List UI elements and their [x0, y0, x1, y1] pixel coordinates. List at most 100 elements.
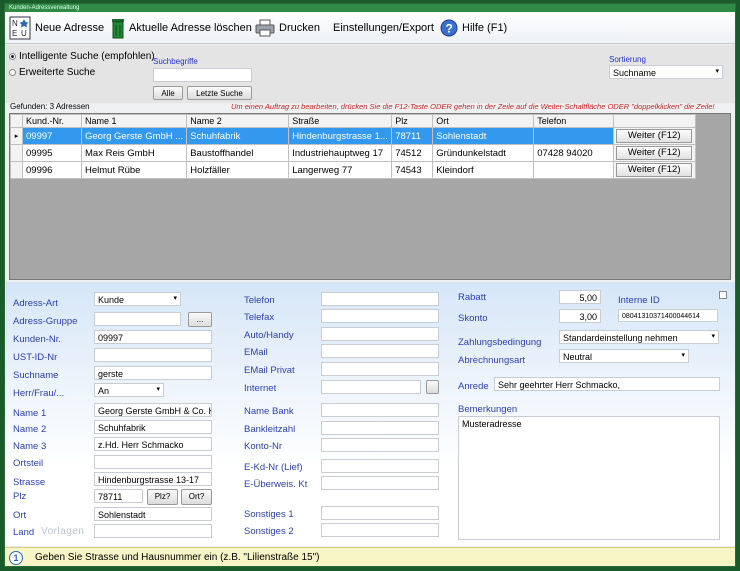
interne-id-label: Interne ID [618, 295, 660, 306]
new-address-button[interactable]: N E U Neue Adresse [9, 16, 104, 40]
all-button[interactable]: Alle [153, 86, 183, 100]
weiter-button[interactable]: Weiter (F12) [616, 146, 693, 160]
plz-input[interactable]: 78711 [94, 489, 143, 503]
help-button[interactable]: ? Hilfe (F1) [440, 16, 507, 40]
email-label: EMail [244, 347, 268, 358]
konto-input[interactable] [321, 438, 439, 452]
smart-search-radio[interactable]: Intelligente Suche (empfohlen) [9, 51, 155, 62]
bemerkungen-textarea[interactable]: Musteradresse [458, 416, 720, 540]
adress-gruppe-browse-button[interactable]: ... [188, 312, 212, 327]
herr-frau-select[interactable]: An ▾ [94, 383, 164, 397]
printer-icon [255, 19, 275, 37]
col-header-strasse[interactable]: Straße [288, 114, 393, 128]
interne-id-value: 08041310371400044614 [618, 309, 718, 322]
cell-ort: Gründunkelstadt [432, 144, 535, 162]
plz-lookup-button[interactable]: Plz? [147, 489, 178, 505]
cell-ort: Sohlenstadt [432, 127, 535, 145]
strasse-input[interactable]: Hindenburgstrasse 13-17 [94, 472, 212, 486]
col-header-plz[interactable]: Plz [391, 114, 434, 128]
results-grid: Kund.-Nr. Name 1 Name 2 Straße Plz Ort T… [9, 113, 731, 280]
search-terms-input[interactable] [153, 68, 252, 82]
cell-name2: Baustoffhandel [186, 144, 290, 162]
col-header-ort[interactable]: Ort [432, 114, 535, 128]
name-bank-label: Name Bank [244, 406, 294, 417]
row-header [10, 144, 23, 162]
telefon-input[interactable] [321, 292, 439, 306]
settings-export-button[interactable]: Einstellungen/Export [333, 16, 434, 40]
telefax-input[interactable] [321, 309, 439, 323]
name1-input[interactable]: Georg Gerste GmbH & Co. K [94, 403, 212, 417]
internet-label: Internet [244, 383, 277, 394]
sonstiges2-input[interactable] [321, 523, 439, 537]
abrechnungsart-select[interactable]: Neutral ▾ [559, 349, 689, 363]
anrede-input[interactable]: Sehr geehrter Herr Schmacko, [494, 377, 720, 391]
col-header-name2[interactable]: Name 2 [186, 114, 290, 128]
interne-id-checkbox[interactable] [719, 291, 727, 299]
col-header-kundnr[interactable]: Kund.-Nr. [22, 114, 82, 128]
help-label: Hilfe (F1) [462, 22, 508, 34]
sonstiges1-input[interactable] [321, 506, 439, 520]
cell-plz: 74512 [391, 144, 434, 162]
suchname-input[interactable]: gerste [94, 366, 212, 380]
table-row[interactable]: 09996 Helmut Rübe Holzfäller Langerweg 7… [10, 161, 697, 179]
row-pointer-icon: ▸ [10, 127, 23, 145]
herr-frau-value: An [98, 386, 110, 396]
col-header-name1[interactable]: Name 1 [80, 114, 188, 128]
land-input[interactable] [94, 524, 212, 538]
print-button[interactable]: Drucken [255, 16, 320, 40]
kunden-nr-label: Kunden-Nr. [13, 334, 62, 345]
radio-selected-icon [9, 53, 16, 60]
abrechnungsart-label: Abrechnungsart [458, 355, 526, 366]
ortsteil-input[interactable] [94, 455, 212, 469]
zahlungsbedingung-value: Standardeinstellung nehmen [563, 333, 678, 343]
handy-input[interactable] [321, 327, 439, 341]
internet-input[interactable] [321, 380, 421, 394]
extended-search-radio[interactable]: Erweiterte Suche [9, 67, 95, 78]
cell-strasse: Langerweg 77 [288, 161, 393, 179]
cell-action: Weiter (F12) [613, 127, 697, 145]
adress-art-select[interactable]: Kunde ▾ [94, 292, 181, 306]
cell-ort: Kleindorf [432, 161, 535, 179]
rabatt-input[interactable]: 5,00 [559, 290, 601, 304]
land-label: Land [13, 527, 35, 538]
ort-input[interactable]: Sohlenstadt [94, 507, 212, 521]
kunden-nr-input[interactable]: 09997 [94, 330, 212, 344]
ekd-label: E-Kd-Nr (Lief) [244, 462, 303, 473]
delete-address-button[interactable]: Aktuelle Adresse löschen [111, 16, 252, 40]
sort-select[interactable]: Suchname ▾ [609, 65, 723, 79]
ort-lookup-button[interactable]: Ort? [181, 489, 212, 505]
ekd-input[interactable] [321, 459, 439, 473]
window-title: Kunden-Adressverwaltung [5, 4, 735, 12]
name-bank-input[interactable] [321, 403, 439, 417]
adress-art-label: Adress-Art [13, 298, 58, 309]
new-address-icon: N E U [9, 16, 31, 40]
cell-name2: Holzfäller [186, 161, 290, 179]
euberweis-input[interactable] [321, 476, 439, 490]
last-search-button[interactable]: Letzte Suche [187, 86, 252, 100]
skonto-input[interactable]: 3,00 [559, 309, 601, 323]
adress-gruppe-input[interactable] [94, 312, 181, 326]
name3-label: Name 3 [13, 441, 47, 452]
blz-label: Bankleitzahl [244, 424, 296, 435]
weiter-button[interactable]: Weiter (F12) [616, 129, 693, 143]
handy-label: Auto/Handy [244, 330, 294, 341]
internet-open-button[interactable] [426, 380, 439, 394]
svg-text:U: U [21, 29, 27, 38]
email-input[interactable] [321, 344, 439, 358]
table-row[interactable]: 09995 Max Reis GmbH Baustoffhandel Indus… [10, 144, 697, 162]
name2-input[interactable]: Schuhfabrik [94, 420, 212, 434]
suchname-label: Suchname [13, 370, 59, 381]
blz-input[interactable] [321, 421, 439, 435]
anrede-label: Anrede [458, 381, 489, 392]
help-icon: ? [440, 19, 458, 37]
ust-id-input[interactable] [94, 348, 212, 362]
weiter-button[interactable]: Weiter (F12) [616, 163, 693, 177]
col-header-telefon[interactable]: Telefon [533, 114, 615, 128]
address-detail-form: Adress-Art Kunde ▾ Adress-Gruppe ... Kun… [5, 282, 735, 546]
name3-input[interactable]: z.Hd. Herr Schmacko [94, 437, 212, 451]
search-terms-label: Suchbegriffe [153, 57, 198, 66]
table-row[interactable]: ▸ 09997 Georg Gerste GmbH ... Schuhfabri… [10, 127, 697, 145]
vorlagen-watermark: Vorlagen [41, 526, 85, 537]
zahlungsbedingung-select[interactable]: Standardeinstellung nehmen ▾ [559, 330, 719, 344]
email-privat-input[interactable] [321, 362, 439, 376]
